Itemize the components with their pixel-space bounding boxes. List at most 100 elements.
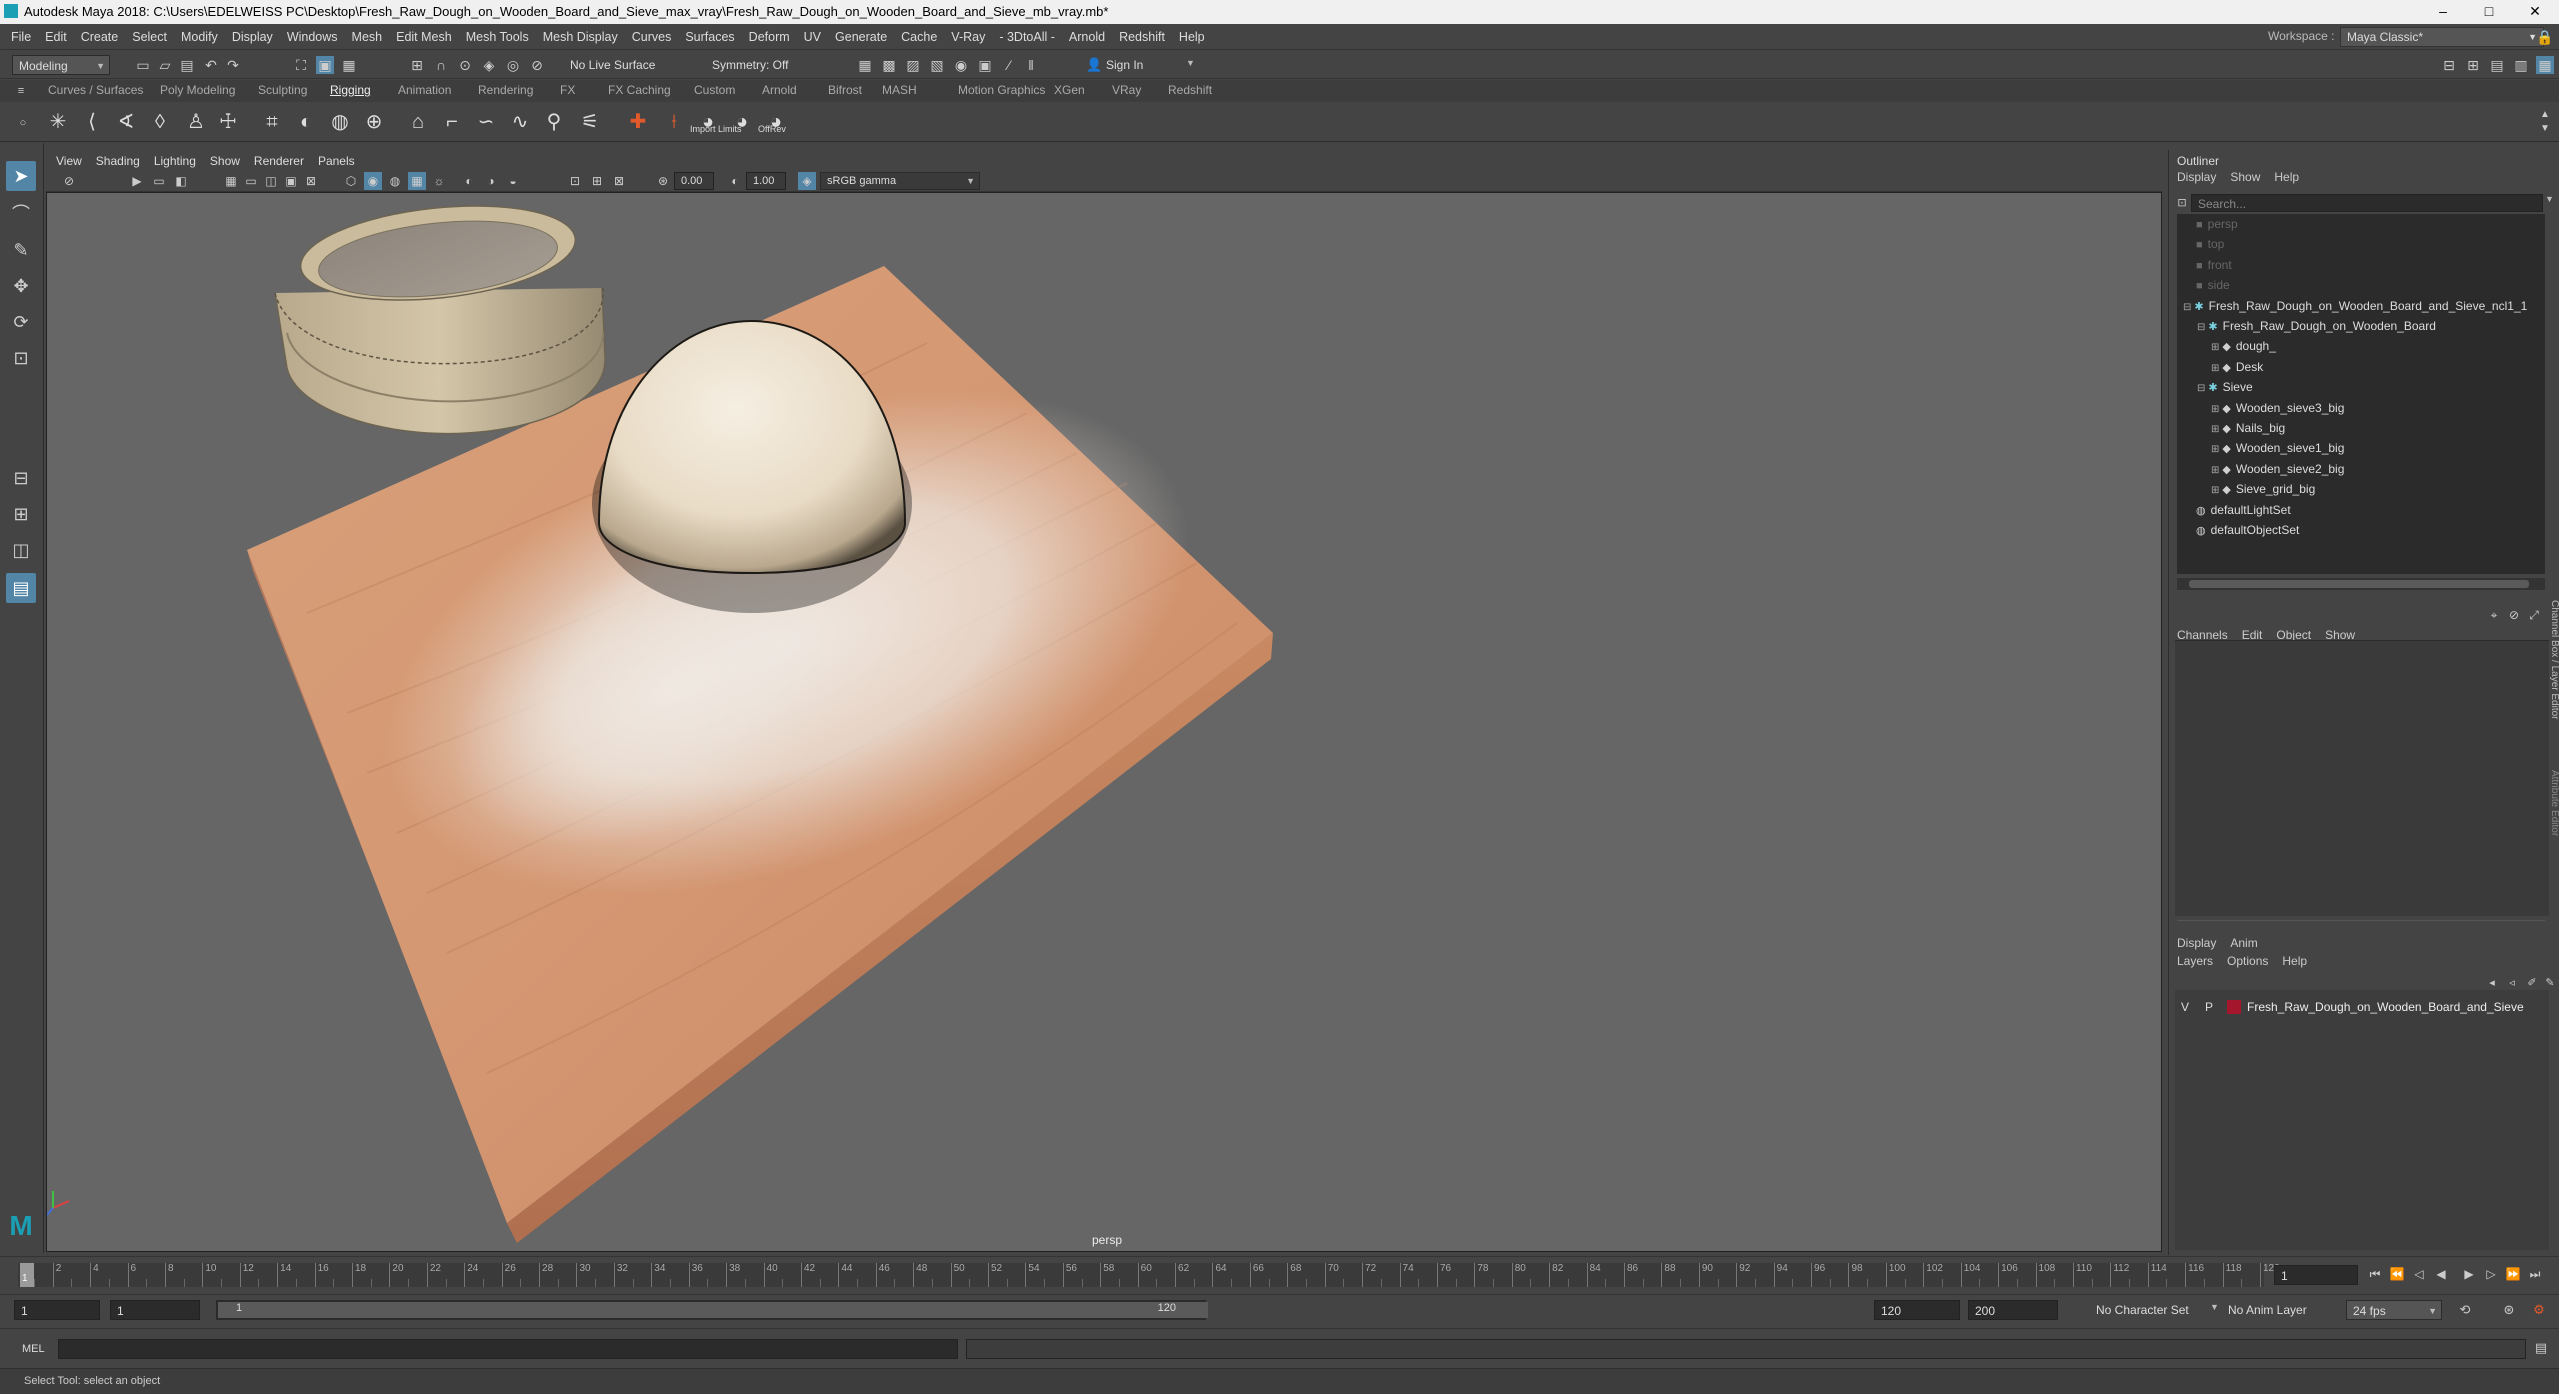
- channel-pin-icon[interactable]: ⤢: [2525, 606, 2543, 624]
- isolate-select-icon[interactable]: ⊡: [566, 172, 584, 190]
- cluster-icon[interactable]: ⌂: [404, 108, 432, 136]
- layer-menu-options[interactable]: Options: [2227, 954, 2268, 968]
- loop-icon[interactable]: ⟲: [2456, 1301, 2474, 1319]
- minimize-button[interactable]: –: [2420, 0, 2466, 24]
- shelf-tab-fx[interactable]: FX: [560, 83, 575, 97]
- smooth-shade-icon[interactable]: ◉: [364, 172, 382, 190]
- lasso-tool-icon[interactable]: ⌒: [6, 199, 36, 229]
- layer-tab-display[interactable]: Display: [2177, 936, 2216, 950]
- menu-curves[interactable]: Curves: [625, 25, 679, 49]
- orient-constraint-icon[interactable]: ⟊: [660, 108, 688, 136]
- move-tool-icon[interactable]: ✥: [6, 271, 36, 301]
- humanik-icon[interactable]: ♙: [182, 108, 210, 136]
- undo-icon[interactable]: ↶: [202, 56, 220, 74]
- ik-spline-icon[interactable]: ∢: [112, 108, 140, 136]
- start-time-field[interactable]: 1: [14, 1300, 100, 1320]
- viewport-menu-shading[interactable]: Shading: [96, 154, 140, 168]
- outliner-row[interactable]: ◍ defaultLightSet: [2183, 500, 2291, 520]
- attribute-editor-icon[interactable]: ⊞: [2464, 56, 2482, 74]
- select-object-icon[interactable]: ▣: [316, 56, 334, 74]
- go-to-start-icon[interactable]: ⏮: [2366, 1265, 2384, 1283]
- smooth-bind-icon[interactable]: ◍: [326, 108, 354, 136]
- shelf-tab-custom[interactable]: Custom: [694, 83, 735, 97]
- render-settings-icon[interactable]: ▧: [928, 56, 946, 74]
- shelf-tab-bifrost[interactable]: Bifrost: [828, 83, 862, 97]
- sculpt-deformer-icon[interactable]: ⚲: [540, 108, 568, 136]
- outliner-row[interactable]: ■ side: [2183, 275, 2230, 295]
- menu-file[interactable]: File: [4, 25, 38, 49]
- outliner-row[interactable]: ◍ defaultObjectSet: [2183, 520, 2299, 540]
- xray-joints-icon[interactable]: ⊠: [610, 172, 628, 190]
- shelf-tab-rendering[interactable]: Rendering: [478, 83, 533, 97]
- single-perspective-layout-icon[interactable]: ⊟: [6, 463, 36, 493]
- character-set-dropdown[interactable]: No Character Set: [2096, 1303, 2189, 1317]
- mode-dropdown[interactable]: Modeling ▼: [12, 55, 110, 75]
- menu-create[interactable]: Create: [74, 25, 126, 49]
- outliner-toggle-icon[interactable]: ▦: [2536, 56, 2554, 74]
- outliner-search[interactable]: Search...: [2191, 194, 2543, 212]
- step-back-key-icon[interactable]: ⏪: [2388, 1265, 2406, 1283]
- scale-tool-icon[interactable]: ⊡: [6, 343, 36, 373]
- command-language[interactable]: MEL: [22, 1343, 45, 1355]
- outliner-row[interactable]: ⊞ ◆ dough_: [2211, 336, 2276, 356]
- channel-box-icon[interactable]: ▥: [2512, 56, 2530, 74]
- step-forward-frame-icon[interactable]: ▷: [2482, 1265, 2500, 1283]
- menu-surfaces[interactable]: Surfaces: [678, 25, 741, 49]
- viewport-menu-renderer[interactable]: Renderer: [254, 154, 304, 168]
- gamma-icon[interactable]: ◐: [726, 172, 744, 190]
- shelf-tab-poly-modeling[interactable]: Poly Modeling: [160, 83, 235, 97]
- select-tool-icon[interactable]: ➤: [6, 161, 36, 191]
- snap-point-icon[interactable]: ⊙: [456, 56, 474, 74]
- shelf-tab-sculpting[interactable]: Sculpting: [258, 83, 307, 97]
- wireframe-on-shaded-icon[interactable]: ◍: [386, 172, 404, 190]
- anim-prefs-icon[interactable]: ⚙: [2530, 1301, 2548, 1319]
- channel-key-icon[interactable]: ⌖: [2485, 606, 2503, 624]
- paint-weights-icon[interactable]: ◐: [292, 108, 320, 136]
- menu-edit-mesh[interactable]: Edit Mesh: [389, 25, 459, 49]
- two-d-pan-icon[interactable]: ◧: [172, 172, 190, 190]
- pause-icon[interactable]: ‖: [1022, 56, 1040, 74]
- outliner-row[interactable]: ⊟ ✱ Fresh_Raw_Dough_on_Wooden_Board: [2197, 316, 2436, 336]
- select-hierarchy-icon[interactable]: ⛶: [292, 56, 310, 74]
- layer-name[interactable]: Fresh_Raw_Dough_on_Wooden_Board_and_Siev…: [2247, 1000, 2524, 1014]
- menu-display[interactable]: Display: [225, 25, 280, 49]
- exposure-field[interactable]: 0.00: [674, 172, 714, 190]
- outliner-row[interactable]: ■ persp: [2183, 214, 2238, 234]
- shelf-tab-rigging[interactable]: Rigging: [330, 83, 371, 97]
- ipr-render-icon[interactable]: ▨: [904, 56, 922, 74]
- menu-help[interactable]: Help: [1172, 25, 1212, 49]
- ambient-occlusion-icon[interactable]: ◑: [482, 172, 500, 190]
- expand-icon[interactable]: ⊞: [2211, 465, 2219, 476]
- snap-grid-icon[interactable]: ⊞: [408, 56, 426, 74]
- wireframe-icon[interactable]: ⬡: [342, 172, 360, 190]
- snap-view-icon[interactable]: ◈: [480, 56, 498, 74]
- menu-v-ray[interactable]: V-Ray: [944, 25, 992, 49]
- shelf-tab-xgen[interactable]: XGen: [1054, 83, 1085, 97]
- lights-icon[interactable]: ☼: [430, 172, 448, 190]
- outliner-row[interactable]: ⊞ ◆ Desk: [2211, 357, 2263, 377]
- outliner-row[interactable]: ■ front: [2183, 255, 2232, 275]
- ik-handle-icon[interactable]: ⟨: [78, 108, 106, 136]
- end-time-field[interactable]: 200: [1968, 1300, 2058, 1320]
- snap-live-icon[interactable]: ⊘: [528, 56, 546, 74]
- graph-layout-icon[interactable]: ▤: [6, 573, 36, 603]
- outliner-row[interactable]: ⊟ ✱ Fresh_Raw_Dough_on_Wooden_Board_and_Si…: [2183, 296, 2527, 316]
- symmetry-label[interactable]: Symmetry: Off: [712, 58, 788, 72]
- fps-dropdown[interactable]: 24 fps ▼: [2346, 1300, 2442, 1320]
- save-scene-icon[interactable]: ▤: [178, 56, 196, 74]
- perspective-viewport[interactable]: persp: [46, 192, 2162, 1252]
- tool-settings-icon[interactable]: ▤: [2488, 56, 2506, 74]
- outliner-row[interactable]: ⊞ ◆ Wooden_sieve1_big: [2211, 438, 2344, 458]
- redo-icon[interactable]: ↷: [224, 56, 242, 74]
- channel-lock-icon[interactable]: ⊘: [2505, 606, 2523, 624]
- shadows-icon[interactable]: ◐: [460, 172, 478, 190]
- outliner-persp-layout-icon[interactable]: ◫: [6, 535, 36, 565]
- range-bar[interactable]: 1 120: [216, 1300, 1208, 1320]
- paint-select-tool-icon[interactable]: ✎: [6, 235, 36, 265]
- time-slider[interactable]: 2 4 6 8 10 12 14 16 18 20 22 24 26 28 30 32 34 36 38 40 42 44…: [0, 1256, 2559, 1292]
- play-forwards-icon[interactable]: ▶: [2460, 1265, 2478, 1283]
- viewport-menu-show[interactable]: Show: [210, 154, 240, 168]
- snap-curve-icon[interactable]: ∩: [432, 56, 450, 74]
- sign-in-button[interactable]: 👤 Sign In ▼: [1082, 55, 1202, 75]
- menu-uv[interactable]: UV: [797, 25, 828, 49]
